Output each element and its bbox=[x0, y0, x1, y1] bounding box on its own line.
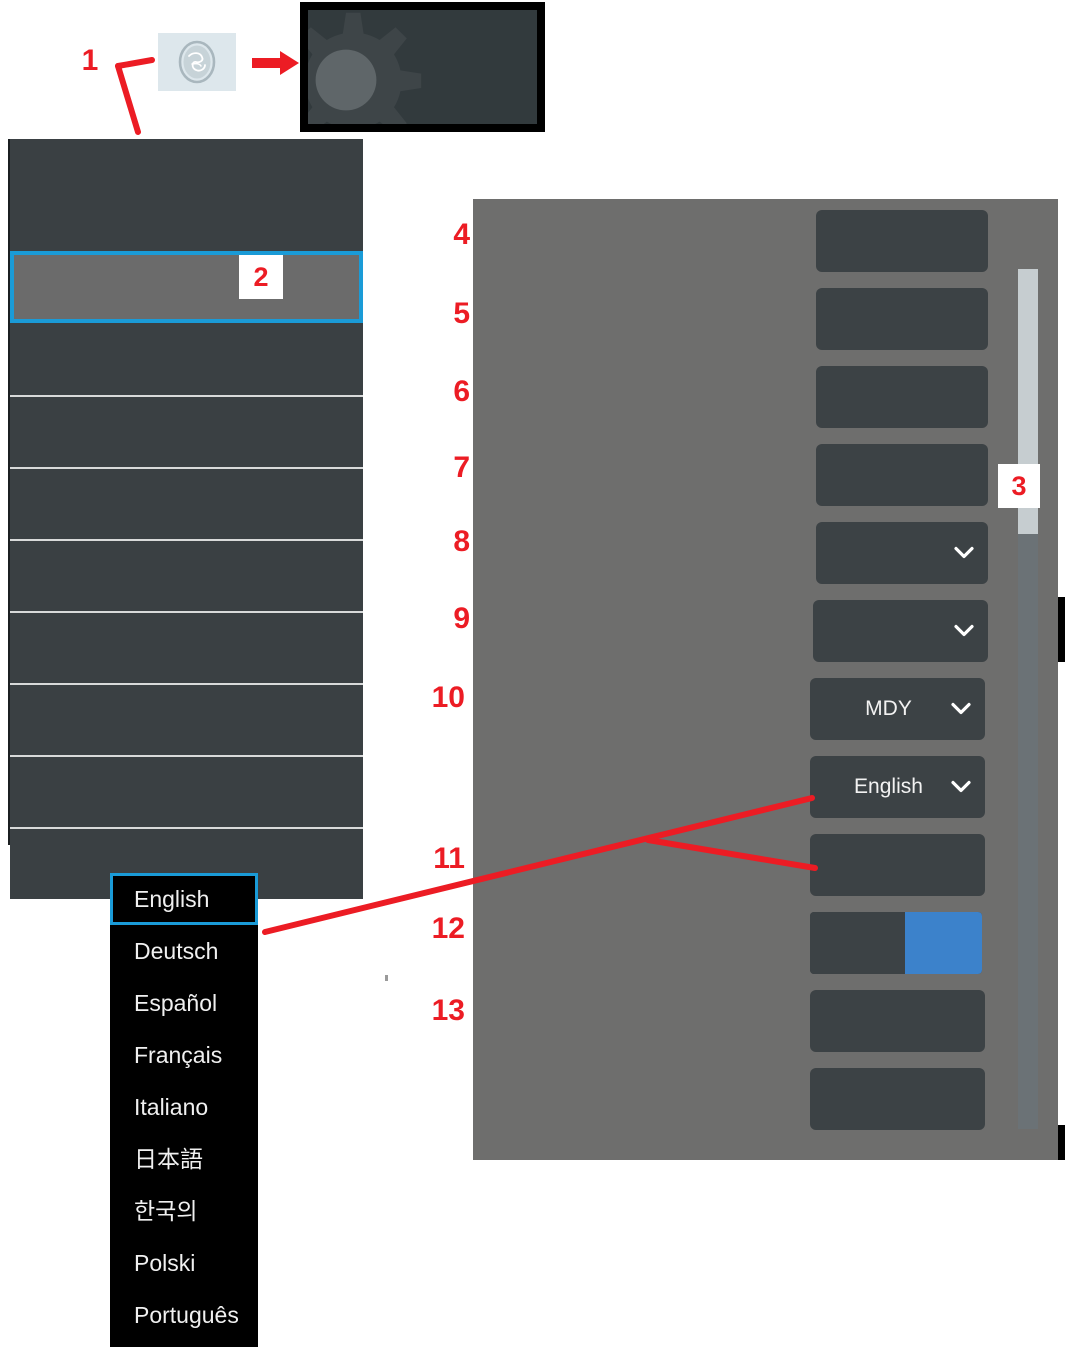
chevron-down-icon[interactable] bbox=[954, 624, 974, 638]
callout-number-5: 5 bbox=[453, 297, 470, 330]
sidebar-item-2[interactable] bbox=[10, 323, 363, 395]
chevron-down-icon[interactable] bbox=[954, 546, 974, 560]
callout-number-12: 12 bbox=[431, 912, 465, 945]
red-arrow-icon bbox=[252, 51, 299, 75]
callout-number-11: 11 bbox=[433, 842, 465, 875]
setting-dropdown-5[interactable] bbox=[816, 522, 988, 584]
language-option-italiano[interactable]: Italiano bbox=[110, 1081, 258, 1133]
setting-field-1[interactable] bbox=[816, 210, 988, 272]
scrollbar-track[interactable] bbox=[1018, 534, 1038, 1129]
callout-number-13: 13 bbox=[431, 994, 465, 1027]
panel-edge-mark-top bbox=[1058, 597, 1065, 662]
language-option-japanese[interactable]: 日本語 bbox=[110, 1133, 258, 1185]
setting-field-9[interactable] bbox=[810, 834, 985, 896]
sidebar-item-6[interactable] bbox=[10, 611, 363, 683]
language-option-francais[interactable]: Français bbox=[110, 1029, 258, 1081]
setting-field-3[interactable] bbox=[816, 366, 988, 428]
screenshot-stage: 1 2 4 5 6 7 8 9 10 11 12 13 MDY English … bbox=[0, 0, 1085, 1365]
language-option-polski[interactable]: Polski bbox=[110, 1237, 258, 1289]
callout-number-7: 7 bbox=[453, 451, 470, 484]
callout-number-8: 8 bbox=[453, 525, 470, 558]
sidebar-item-5[interactable] bbox=[10, 539, 363, 611]
callout-number-2: 2 bbox=[239, 255, 283, 299]
language-option-portugues[interactable]: Português bbox=[110, 1289, 258, 1341]
language-select[interactable]: English bbox=[810, 756, 985, 818]
callout-number-9: 9 bbox=[453, 602, 470, 635]
language-dropdown-list[interactable]: English Deutsch Español Français Italian… bbox=[110, 873, 258, 1347]
settings-field-column: MDY English bbox=[810, 210, 991, 1146]
setting-field-11[interactable] bbox=[810, 990, 985, 1052]
stray-artifact bbox=[385, 975, 388, 981]
date-format-select[interactable]: MDY bbox=[810, 678, 985, 740]
callout-number-10: 10 bbox=[431, 681, 465, 714]
setting-dropdown-6[interactable] bbox=[813, 600, 988, 662]
sidebar-item-8[interactable] bbox=[10, 755, 363, 827]
language-select-value: English bbox=[854, 775, 923, 798]
sidebar-item-selected[interactable]: 2 bbox=[10, 251, 363, 323]
callout-number-3: 3 bbox=[998, 464, 1040, 508]
gear-panel-inner bbox=[308, 10, 537, 124]
ge-logo-tile[interactable] bbox=[158, 33, 236, 91]
date-format-value: MDY bbox=[865, 697, 912, 720]
setting-toggle-10[interactable] bbox=[810, 912, 982, 974]
chevron-down-icon[interactable] bbox=[951, 780, 971, 794]
language-option-espanol[interactable]: Español bbox=[110, 977, 258, 1029]
chevron-down-icon[interactable] bbox=[951, 702, 971, 716]
sidebar-menu[interactable]: 2 bbox=[8, 139, 363, 899]
gear-icon-panel[interactable] bbox=[300, 2, 545, 132]
sidebar-item-3[interactable] bbox=[10, 395, 363, 467]
setting-field-4[interactable] bbox=[816, 444, 988, 506]
toggle-off-half[interactable] bbox=[810, 912, 905, 974]
sidebar-item-7[interactable] bbox=[10, 683, 363, 755]
setting-field-2[interactable] bbox=[816, 288, 988, 350]
sidebar-item-0[interactable] bbox=[10, 139, 363, 251]
panel-edge-mark-bottom bbox=[1058, 1125, 1065, 1160]
callout-number-6: 6 bbox=[453, 375, 470, 408]
toggle-on-half[interactable] bbox=[904, 912, 982, 974]
gear-icon bbox=[308, 12, 422, 124]
sidebar-item-4[interactable] bbox=[10, 467, 363, 539]
settings-panel: MDY English 3 bbox=[473, 199, 1058, 1160]
language-option-deutsch[interactable]: Deutsch bbox=[110, 925, 258, 977]
callout-number-4: 4 bbox=[453, 218, 470, 251]
language-option-english[interactable]: English bbox=[110, 873, 258, 925]
vertical-scrollbar[interactable]: 3 bbox=[998, 269, 1040, 1129]
callout-number-1: 1 bbox=[81, 44, 99, 77]
language-option-korean[interactable]: 한국의 bbox=[110, 1185, 258, 1237]
ge-monogram-icon bbox=[178, 40, 216, 84]
setting-field-12[interactable] bbox=[810, 1068, 985, 1130]
